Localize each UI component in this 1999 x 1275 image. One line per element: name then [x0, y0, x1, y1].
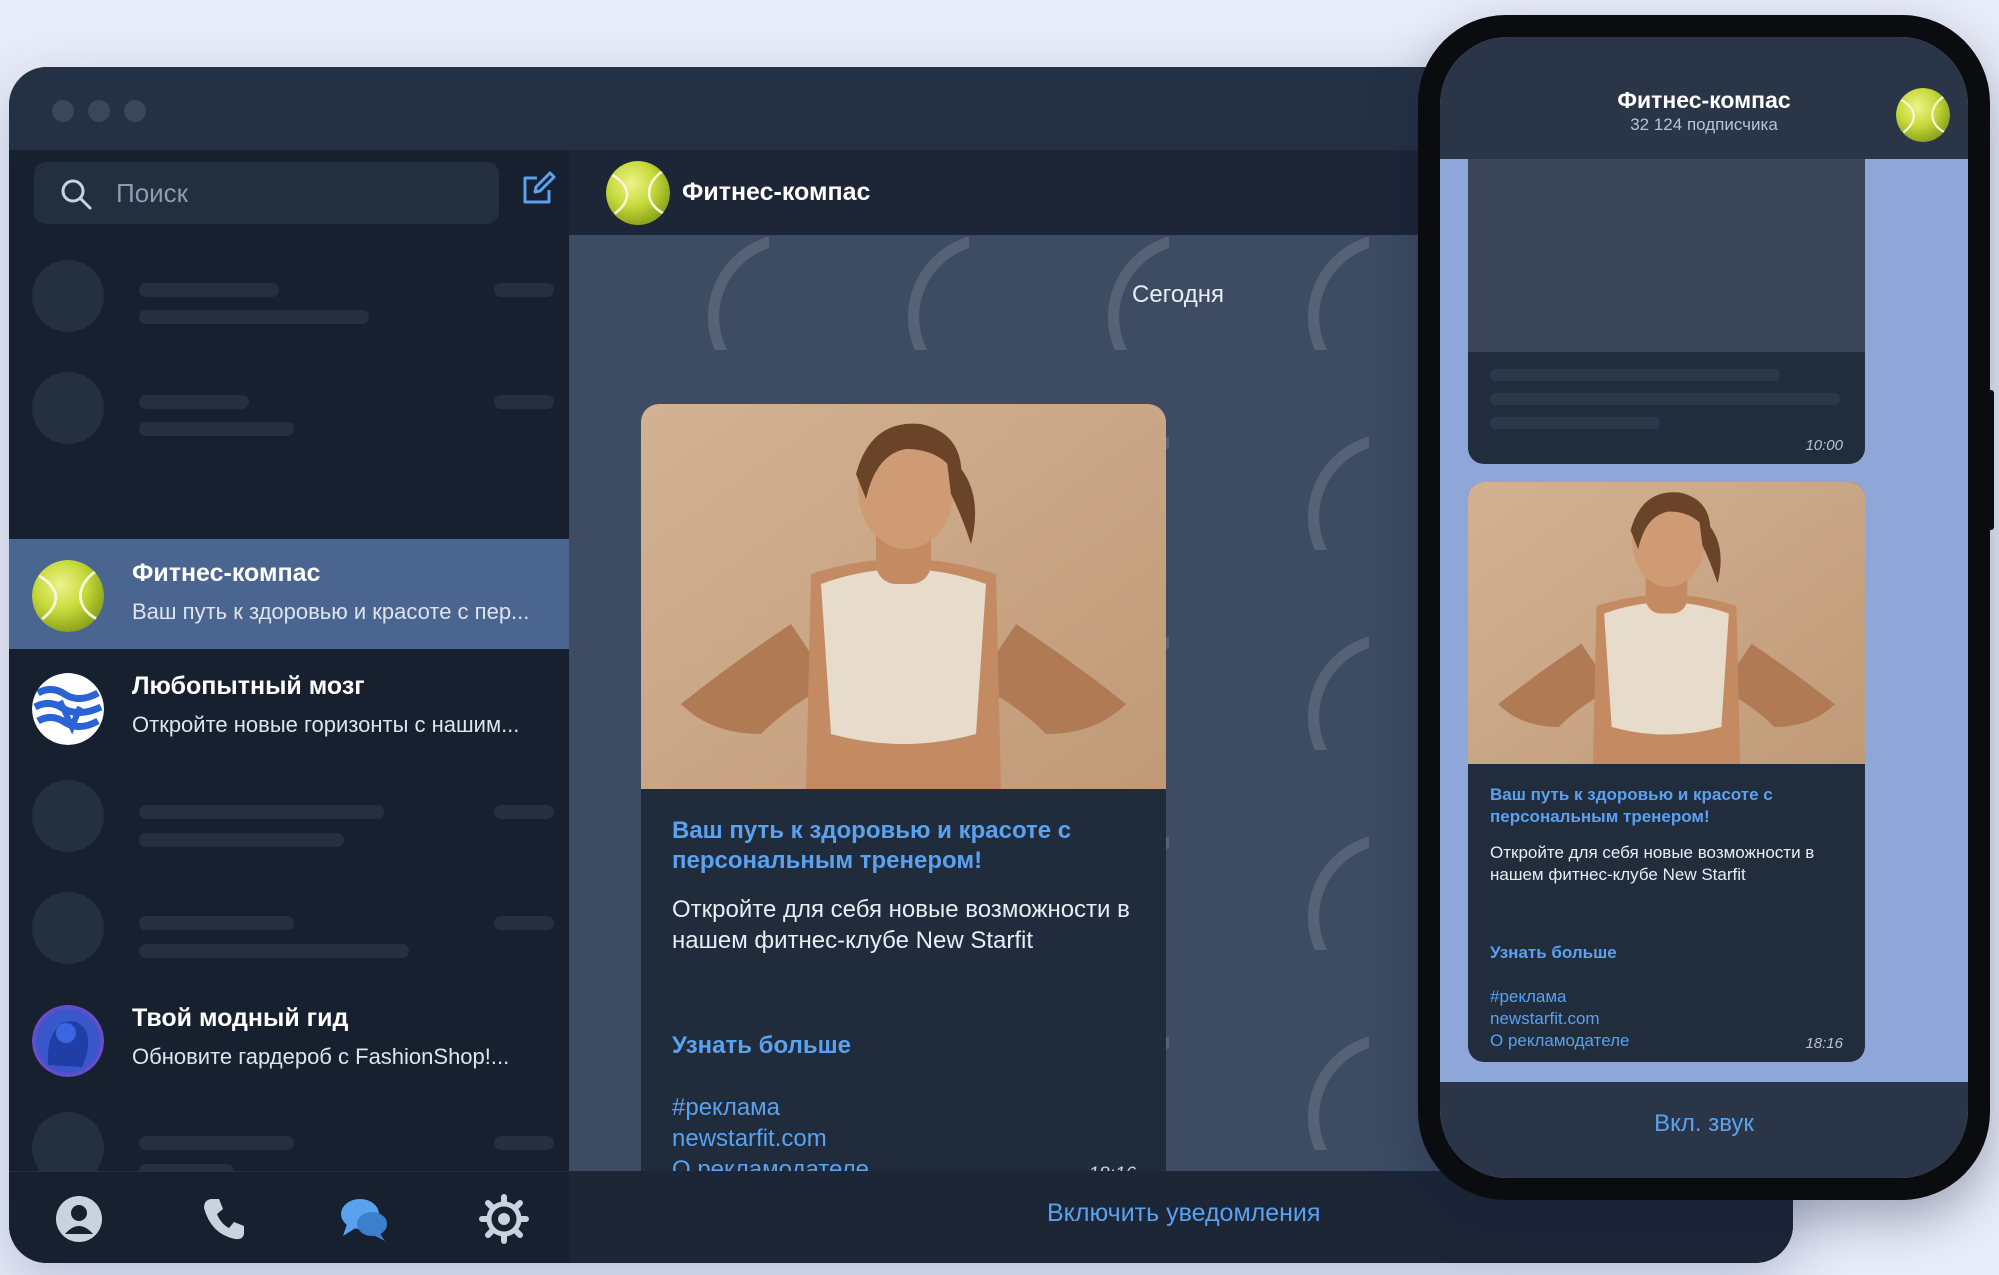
avatar-placeholder [32, 892, 104, 964]
compose-icon[interactable] [519, 170, 557, 208]
chat-item-fitness[interactable]: Фитнес-компас Ваш путь к здоровью и крас… [9, 539, 569, 649]
search-box[interactable] [34, 162, 499, 224]
date-label: Сегодня [1132, 281, 1224, 308]
sidebar: Фитнес-компас Ваш путь к здоровью и крас… [9, 150, 569, 1263]
enable-notifications-button[interactable]: Включить уведомления [1047, 1199, 1320, 1228]
site-link[interactable]: newstarfit.com [1490, 1009, 1600, 1029]
chat-item-placeholder[interactable] [9, 360, 569, 470]
phone-icon[interactable] [199, 1194, 249, 1244]
search-input[interactable] [116, 172, 476, 214]
chat-preview: Обновите гардероб с FashionShop!... [132, 1044, 510, 1069]
learn-more-link[interactable]: Узнать больше [672, 1032, 851, 1060]
avatar [32, 560, 104, 632]
phone-screen: 10:00 Ваш путь к здоровью и красоте с пе… [1440, 37, 1968, 1178]
phone-bottom-bar: Вкл. звук [1440, 1082, 1968, 1178]
chat-name: Фитнес-компас [132, 559, 321, 587]
tennis-ball-icon [1896, 88, 1950, 142]
sponsored-post: Ваш путь к здоровью и красоте с персонал… [641, 404, 1166, 1212]
post-headline: Ваш путь к здоровью и красоте с персонал… [1490, 785, 1773, 826]
site-link[interactable]: newstarfit.com [672, 1125, 827, 1153]
avatar [32, 1005, 104, 1077]
post-body: Откройте для себя новые возможности в на… [1490, 843, 1815, 884]
close-window-button[interactable] [52, 100, 74, 122]
chat-item-placeholder[interactable] [9, 872, 569, 982]
avatar-placeholder [32, 260, 104, 332]
minimize-window-button[interactable] [88, 100, 110, 122]
post-time: 18:16 [1805, 1035, 1843, 1052]
avatar-placeholder [32, 372, 104, 444]
learn-more-link[interactable]: Узнать больше [1490, 943, 1617, 963]
phone-chat-header[interactable]: Фитнес-компас 32 124 подписчика [1440, 37, 1968, 159]
hashtag-link[interactable]: #реклама [1490, 987, 1567, 1007]
chat-item-curious-brain[interactable]: Любопытный мозг Откройте новые горизонты… [9, 652, 569, 762]
sponsored-post: Ваш путь к здоровью и красоте с персонал… [1468, 482, 1865, 1062]
avatar [606, 161, 670, 225]
avatar[interactable] [1896, 88, 1950, 142]
unmute-button[interactable]: Вкл. звук [1440, 1110, 1968, 1138]
chat-item-fashion-guide[interactable]: Твой модный гид Обновите гардероб с Fash… [9, 984, 569, 1094]
post-time: 10:00 [1805, 437, 1843, 454]
chat-preview: Откройте новые горизонты с нашим... [132, 712, 520, 737]
tennis-ball-icon [32, 560, 104, 632]
chat-title: Фитнес-компас [682, 178, 871, 206]
chat-name: Твой модный гид [132, 1004, 349, 1032]
chat-item-placeholder[interactable] [9, 762, 569, 872]
advertiser-link[interactable]: О рекламодателе [1490, 1031, 1630, 1051]
chat-preview: Ваш путь к здоровью и красоте с пер... [132, 599, 530, 624]
tennis-ball-icon [606, 161, 670, 225]
tab-bar [9, 1171, 569, 1263]
post-headline: Ваш путь к здоровью и красоте с персонал… [672, 817, 1072, 874]
avatar [32, 673, 104, 745]
post-photo[interactable] [641, 404, 1166, 789]
brain-logo-icon [32, 673, 104, 745]
maximize-window-button[interactable] [124, 100, 146, 122]
phone-device: 10:00 Ваш путь к здоровью и красоте с пе… [1418, 15, 1994, 1200]
avatar-placeholder [32, 780, 104, 852]
search-icon [61, 179, 92, 210]
settings-gear-icon[interactable] [479, 1194, 529, 1244]
post-photo[interactable] [1468, 482, 1865, 764]
profile-icon[interactable] [54, 1194, 104, 1244]
post-body: Откройте для себя новые возможности в на… [672, 896, 1130, 954]
chat-title: Фитнес-компас [1617, 87, 1791, 113]
chats-icon[interactable] [339, 1194, 389, 1244]
chat-item-placeholder[interactable] [9, 250, 569, 360]
hashtag-link[interactable]: #реклама [672, 1094, 780, 1122]
subscriber-count: 32 124 подписчика [1630, 115, 1778, 134]
previous-post: 10:00 [1468, 159, 1865, 464]
chat-name: Любопытный мозг [132, 672, 365, 700]
fashion-logo-icon [32, 1005, 104, 1077]
